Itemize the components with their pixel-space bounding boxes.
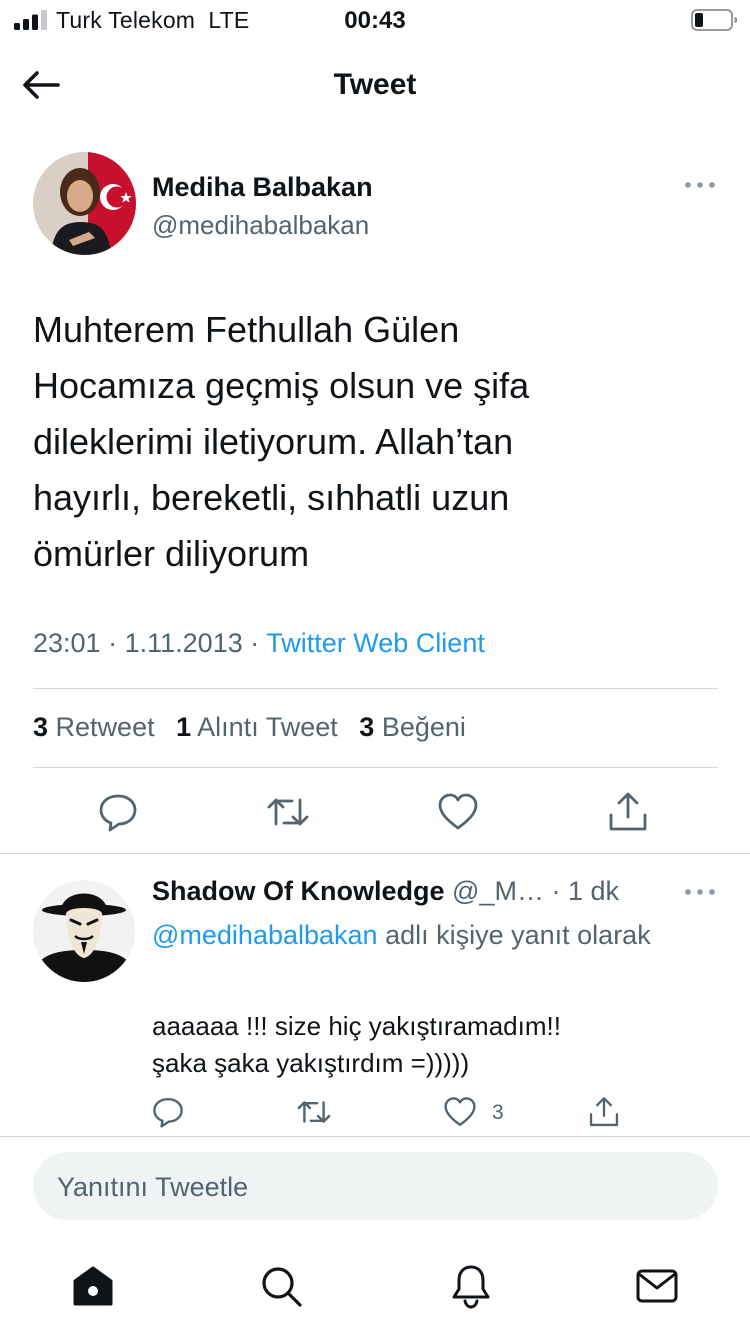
more-horizontal-icon[interactable] (684, 882, 716, 902)
reply-reply-button[interactable] (148, 1092, 188, 1132)
tweet-date[interactable]: 1.11.2013 (125, 628, 243, 658)
page-header: Tweet (0, 50, 750, 120)
reply-author-handle[interactable]: @_M… (452, 876, 544, 906)
more-horizontal-icon[interactable] (684, 175, 716, 195)
quote-tweet-count-link[interactable]: 1 Alıntı Tweet (176, 712, 338, 742)
page-title: Tweet (333, 68, 417, 101)
reply-text-line: şaka şaka yakıştırdım =))))) (152, 1048, 470, 1078)
nav-home[interactable] (70, 1263, 116, 1309)
tweet-stats: 3 Retweet 1 Alıntı Tweet 3 Beğeni (33, 712, 480, 743)
reply-text-line: aaaaaa !!! size hiç yakıştıramadım!! (152, 1011, 561, 1041)
reply-composer-placeholder: Yanıtını Tweetle (57, 1172, 249, 1202)
nav-notifications[interactable] (448, 1263, 494, 1309)
share-icon (609, 792, 647, 831)
reply-bubble-icon (153, 1098, 183, 1128)
reply-author-avatar[interactable] (33, 880, 135, 982)
tweet-text-line: dileklerimi iletiyorum. Allah’tan (33, 421, 514, 462)
reply-button[interactable] (96, 790, 140, 834)
reply-share-button[interactable] (584, 1092, 624, 1132)
retweet-icon (297, 1101, 331, 1123)
tweet-meta: 23:01 · 1.11.2013 · Twitter Web Client (33, 628, 485, 659)
tweet-time[interactable]: 23:01 (33, 628, 101, 658)
divider (0, 853, 750, 854)
status-time: 00:43 (344, 7, 406, 34)
meta-separator: · (108, 628, 118, 658)
like-button[interactable] (436, 790, 480, 834)
notifications-bell-icon (452, 1265, 490, 1309)
share-icon (589, 1097, 619, 1127)
tweet-text: Muhterem Fethullah Gülen Hocamıza geçmiş… (33, 302, 723, 582)
tweet-source-link[interactable]: Twitter Web Client (266, 628, 485, 658)
reply-header: Shadow Of Knowledge @_M… · 1 dk (152, 876, 619, 907)
nav-search[interactable] (258, 1263, 304, 1309)
reply-author-avatar-image (33, 880, 135, 982)
author-avatar-image (33, 152, 136, 255)
messages-envelope-icon (636, 1269, 678, 1303)
replying-to-mention-link[interactable]: @medihabalbakan (152, 920, 378, 950)
replying-to: @medihabalbakan adlı kişiye yanıt olarak (152, 914, 682, 956)
battery-icon (691, 9, 737, 31)
share-button[interactable] (606, 790, 650, 834)
retweet-count-link[interactable]: 3 Retweet (33, 712, 155, 742)
reply-text: aaaaaa !!! size hiç yakıştıramadım!! şak… (152, 1008, 712, 1082)
reply-like-count: 3 (492, 1101, 504, 1124)
author-avatar[interactable] (33, 152, 136, 255)
meta-separator: · (250, 628, 260, 658)
divider (0, 1136, 750, 1137)
tweet-text-line: hayırlı, bereketli, sıhhatli uzun (33, 477, 510, 518)
home-icon (73, 1266, 113, 1306)
reply-age: 1 dk (567, 876, 620, 906)
reply-bubble-icon (99, 794, 137, 832)
heart-icon (438, 793, 478, 830)
reply-like-button[interactable] (440, 1092, 480, 1132)
status-bar: Turk Telekom LTE 00:43 (0, 0, 750, 40)
like-count-link[interactable]: 3 Beğeni (359, 712, 466, 742)
tweet-text-line: Hocamıza geçmiş olsun ve şifa (33, 365, 530, 406)
author-handle[interactable]: @medihabalbakan (152, 210, 369, 241)
meta-separator: · (551, 876, 561, 906)
divider (33, 767, 718, 768)
heart-icon (444, 1097, 476, 1126)
divider (33, 688, 718, 689)
search-icon (262, 1267, 302, 1307)
author-name[interactable]: Mediha Balbakan (152, 172, 373, 203)
nav-messages[interactable] (634, 1263, 680, 1309)
reply-retweet-button[interactable] (294, 1092, 334, 1132)
retweet-icon (267, 798, 309, 826)
reply-composer-input[interactable]: Yanıtını Tweetle (33, 1152, 718, 1220)
reply-author-name[interactable]: Shadow Of Knowledge (152, 876, 445, 906)
tweet-text-line: ömürler diliyorum (33, 533, 310, 574)
retweet-button[interactable] (266, 790, 310, 834)
replying-to-suffix: adlı kişiye yanıt olarak (385, 920, 651, 950)
tweet-text-line: Muhterem Fethullah Gülen (33, 309, 460, 350)
